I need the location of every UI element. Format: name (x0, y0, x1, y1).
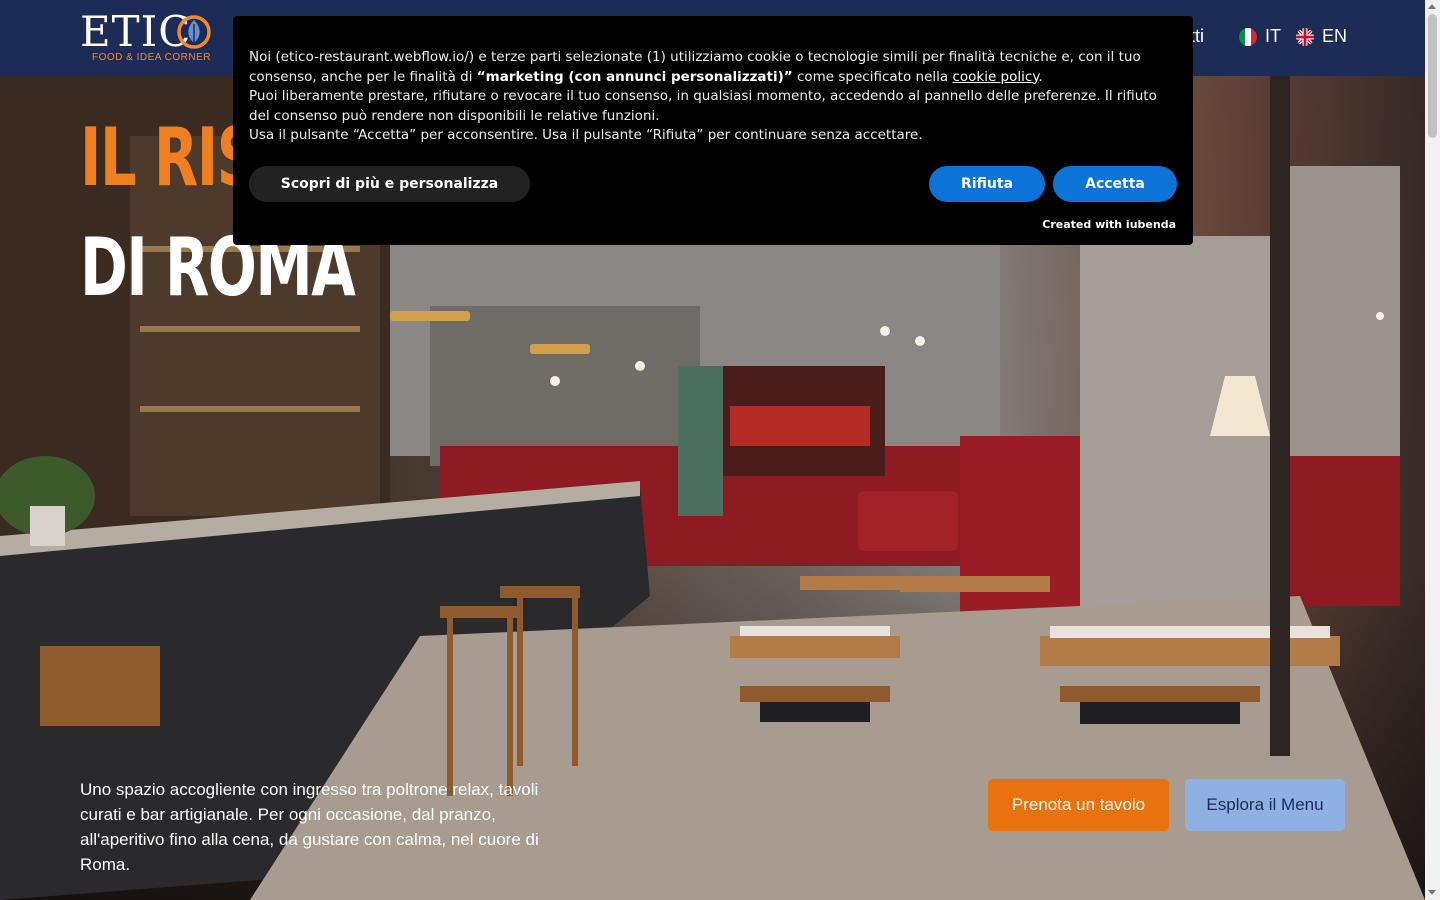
cookie-text-part2: come specificato nella (792, 68, 953, 85)
language-en-label: EN (1322, 26, 1348, 46)
cookie-text-paragraph3: Usa il pulsante “Accetta” per acconsenti… (249, 127, 923, 143)
iubenda-credit-link[interactable]: Created with iubenda (1042, 218, 1176, 231)
cookie-text-paragraph2: Puoi liberamente prestare, rifiutare o r… (249, 88, 1157, 124)
hero-description: Uno spazio accogliente con ingresso tra … (80, 780, 539, 874)
scroll-up-arrow-icon[interactable] (1428, 4, 1436, 9)
cookie-text-part3: . (1038, 68, 1043, 85)
explore-menu-button[interactable]: Esplora il Menu (1185, 779, 1345, 831)
cookie-consent-banner: Noi (etico-restaurant.webflow.io/) e ter… (233, 16, 1193, 245)
hero-title-line1: IL RIS (80, 111, 258, 204)
customize-button[interactable]: Scopri di più e personalizza (249, 166, 530, 202)
italy-flag-icon (1239, 27, 1257, 46)
language-en[interactable]: EN (1296, 26, 1347, 47)
scroll-down-arrow-icon[interactable] (1428, 890, 1436, 895)
logo-leaf-icon (177, 15, 211, 49)
scroll-thumb[interactable] (1428, 14, 1437, 138)
accept-button[interactable]: Accetta (1053, 166, 1177, 202)
logo-tagline: FOOD & IDEA CORNER (92, 52, 212, 63)
cookie-marketing-bold: “marketing (con annunci personalizzati)” (476, 68, 793, 85)
page-scrollbar[interactable] (1425, 0, 1440, 900)
language-it[interactable]: IT (1239, 26, 1281, 47)
uk-flag-icon (1296, 27, 1314, 46)
language-it-label: IT (1265, 26, 1281, 46)
cookie-message: Noi (etico-restaurant.webflow.io/) e ter… (249, 48, 1181, 146)
logo[interactable]: ETIC FOOD & IDEA CORNER (80, 10, 220, 66)
reject-button[interactable]: Rifiuta (929, 166, 1045, 202)
cookie-policy-link[interactable]: cookie policy (952, 69, 1038, 85)
book-table-button[interactable]: Prenota un tavolo (988, 779, 1169, 831)
